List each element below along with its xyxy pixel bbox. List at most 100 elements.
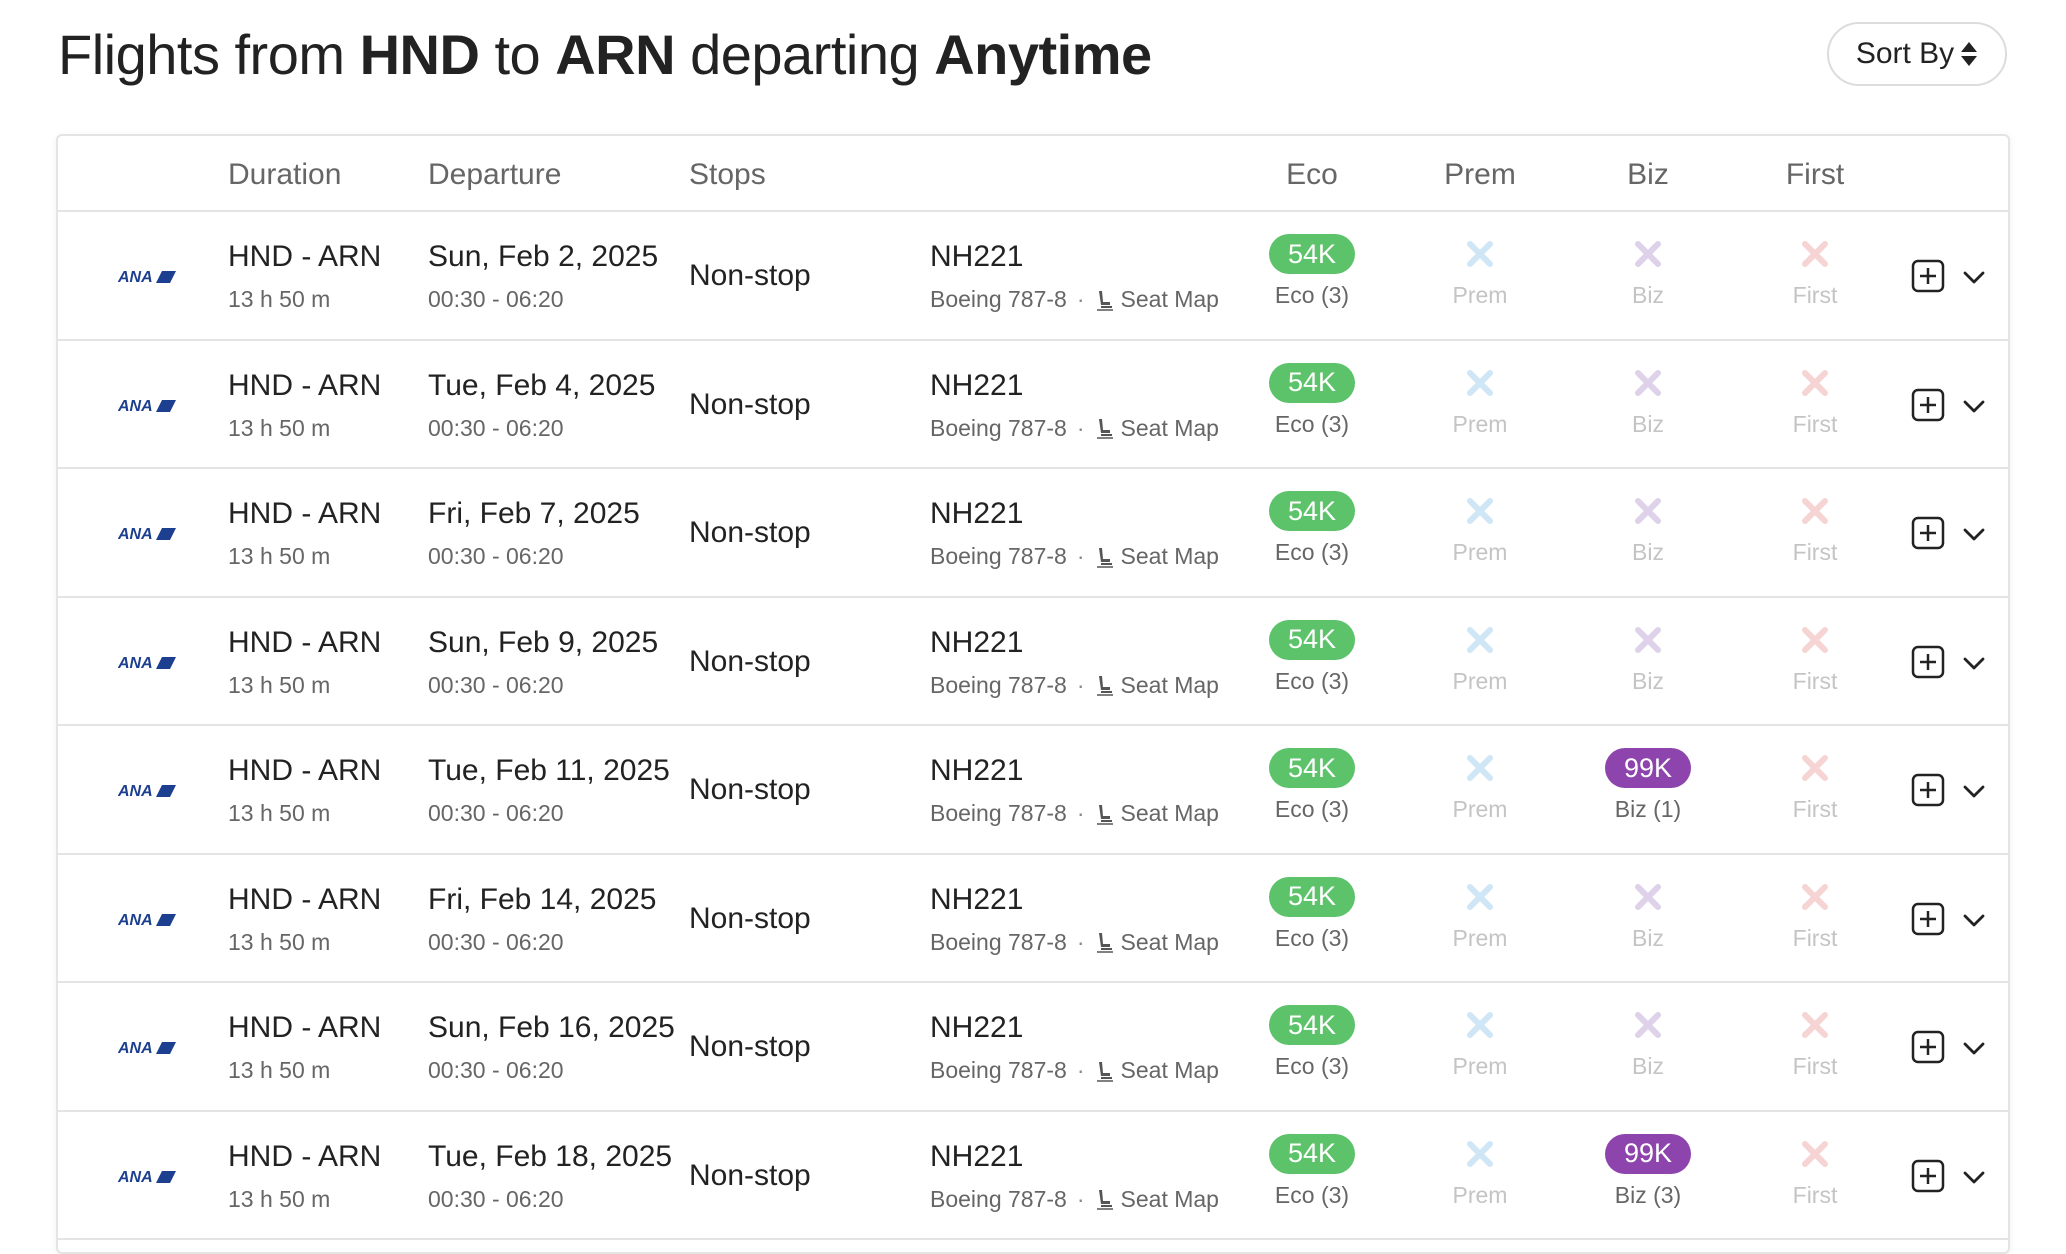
add-flight-button[interactable] — [1911, 902, 1945, 936]
separator-dot: · — [1076, 543, 1085, 569]
ana-logo: ANA — [118, 912, 176, 929]
flight-row[interactable]: ANA HND - ARN 13 h 50 m Sun, Feb 2, 2025… — [58, 212, 2008, 341]
eco-fare[interactable]: 54K Eco (3) — [1247, 748, 1377, 823]
sort-by-button[interactable]: Sort By — [1827, 22, 2007, 86]
route: HND - ARN — [228, 368, 382, 402]
prem-unavailable-label: Prem — [1452, 796, 1508, 822]
aircraft-info: Boeing 787-8 · Seat Map — [930, 800, 1219, 827]
flight-row[interactable]: ANA HND - ARN 13 h 50 m Fri, Feb 14, 202… — [58, 855, 2008, 983]
first-unavailable-label: First — [1792, 667, 1838, 694]
x-mark-icon — [1628, 491, 1668, 531]
first-fare: First — [1750, 1005, 1880, 1080]
eco-fare[interactable]: 54K Eco (3) — [1247, 876, 1377, 952]
departure-time: 00:30 - 06:20 — [428, 671, 564, 698]
add-flight-button[interactable] — [1911, 773, 1945, 807]
aircraft-type: Boeing 787-8 — [930, 800, 1067, 826]
seat-map-link[interactable]: Seat Map — [1095, 929, 1219, 956]
prem-fare: Prem — [1415, 877, 1545, 952]
seat-map-link[interactable]: Seat Map — [1095, 286, 1219, 313]
aircraft-type: Boeing 787-8 — [930, 1057, 1067, 1083]
biz-fare[interactable]: 99K Biz (3) — [1583, 1133, 1713, 1209]
eco-fare[interactable]: 54K Eco (3) — [1247, 619, 1377, 695]
first-fare: First — [1750, 1134, 1880, 1209]
eco-fare[interactable]: 54K Eco (3) — [1247, 1005, 1377, 1080]
x-mark-icon — [1628, 1005, 1668, 1045]
biz-fare[interactable]: 99K Biz (1) — [1583, 748, 1713, 823]
x-mark-icon — [1628, 620, 1668, 660]
seat-map-label: Seat Map — [1120, 928, 1219, 955]
eco-fare[interactable]: 54K Eco (3) — [1247, 234, 1377, 309]
stops: Non-stop — [689, 773, 811, 806]
eco-fare[interactable]: 54K Eco (3) — [1247, 491, 1377, 566]
aircraft-type: Boeing 787-8 — [930, 286, 1067, 312]
expand-chevron-icon[interactable] — [1961, 393, 1987, 419]
seat-icon — [1096, 804, 1113, 825]
expand-chevron-icon[interactable] — [1961, 1164, 1987, 1190]
flight-row[interactable]: ANA HND - ARN 13 h 50 m Tue, Feb 11, 202… — [58, 726, 2008, 855]
add-flight-button[interactable] — [1911, 1030, 1945, 1064]
aircraft-info: Boeing 787-8 · Seat Map — [930, 286, 1219, 313]
seat-map-label: Seat Map — [1120, 543, 1219, 569]
stops: Non-stop — [689, 1030, 811, 1063]
first-unavailable-label: First — [1792, 1053, 1838, 1079]
expand-chevron-icon[interactable] — [1961, 778, 1987, 804]
expand-chevron-icon[interactable] — [1961, 1035, 1987, 1061]
add-flight-button[interactable] — [1911, 645, 1945, 679]
route: HND - ARN — [228, 1139, 382, 1173]
x-mark-icon — [1795, 491, 1835, 531]
departure-time: 00:30 - 06:20 — [428, 414, 564, 441]
seat-map-link[interactable]: Seat Map — [1095, 672, 1219, 699]
add-flight-button[interactable] — [1911, 388, 1945, 422]
route: HND - ARN — [228, 754, 382, 787]
ana-logo-text: ANA — [118, 783, 153, 800]
departure-date: Fri, Feb 14, 2025 — [428, 882, 657, 916]
sort-updown-icon — [1961, 42, 1978, 66]
x-mark-icon — [1460, 620, 1500, 660]
separator-dot: · — [1076, 1185, 1085, 1212]
biz-availability: Biz (1) — [1614, 796, 1682, 822]
seat-map-link[interactable]: Seat Map — [1095, 415, 1219, 442]
route: HND - ARN — [228, 1011, 382, 1044]
stops: Non-stop — [689, 516, 811, 549]
duration: 13 h 50 m — [228, 1057, 331, 1083]
flight-row[interactable]: ANA HND - ARN 13 h 50 m Sun, Feb 9, 2025… — [58, 598, 2008, 726]
expand-chevron-icon[interactable] — [1961, 521, 1987, 547]
biz-fare: Biz — [1583, 877, 1713, 952]
flight-row[interactable]: ANA HND - ARN 13 h 50 m Sun, Feb 16, 202… — [58, 983, 2008, 1112]
biz-unavailable-label: Biz — [1632, 667, 1664, 694]
stops: Non-stop — [689, 387, 811, 421]
prem-fare: Prem — [1415, 1005, 1545, 1080]
route: HND - ARN — [228, 497, 382, 530]
prem-unavailable-label: Prem — [1452, 924, 1508, 951]
aircraft-type: Boeing 787-8 — [930, 928, 1067, 955]
expand-chevron-icon[interactable] — [1961, 907, 1987, 933]
seat-map-link[interactable]: Seat Map — [1095, 1186, 1219, 1213]
aircraft-info: Boeing 787-8 · Seat Map — [930, 415, 1219, 442]
eco-fare[interactable]: 54K Eco (3) — [1247, 1133, 1377, 1209]
expand-chevron-icon[interactable] — [1961, 650, 1987, 676]
aircraft-info: Boeing 787-8 · Seat Map — [930, 543, 1219, 570]
seat-map-link[interactable]: Seat Map — [1095, 1057, 1219, 1084]
x-mark-icon — [1460, 877, 1500, 917]
stops: Non-stop — [689, 644, 811, 678]
flight-number: NH221 — [930, 368, 1024, 402]
add-flight-button[interactable] — [1911, 1159, 1945, 1193]
flight-row[interactable]: ANA HND - ARN 13 h 50 m Fri, Feb 7, 2025… — [58, 469, 2008, 598]
flight-row[interactable]: ANA HND - ARN 13 h 50 m Tue, Feb 4, 2025… — [58, 341, 2008, 469]
departure-date: Sun, Feb 9, 2025 — [428, 625, 659, 659]
ana-logo-text: ANA — [118, 655, 153, 672]
flight-row[interactable]: ANA HND - ARN 13 h 50 m Tue, Feb 18, 202… — [58, 1112, 2008, 1240]
biz-fare: Biz — [1583, 491, 1713, 566]
eco-fare[interactable]: 54K Eco (3) — [1247, 362, 1377, 438]
add-flight-button[interactable] — [1911, 516, 1945, 550]
departure-date: Tue, Feb 4, 2025 — [428, 368, 656, 402]
aircraft-type: Boeing 787-8 — [930, 414, 1067, 441]
expand-chevron-icon[interactable] — [1961, 264, 1987, 290]
add-flight-button[interactable] — [1911, 259, 1945, 293]
aircraft-info: Boeing 787-8 · Seat Map — [930, 1186, 1219, 1213]
departure-time: 00:30 - 06:20 — [428, 928, 564, 955]
departure-time: 00:30 - 06:20 — [428, 543, 564, 569]
seat-map-link[interactable]: Seat Map — [1095, 543, 1219, 570]
duration: 13 h 50 m — [228, 1185, 331, 1212]
seat-map-link[interactable]: Seat Map — [1095, 800, 1219, 827]
